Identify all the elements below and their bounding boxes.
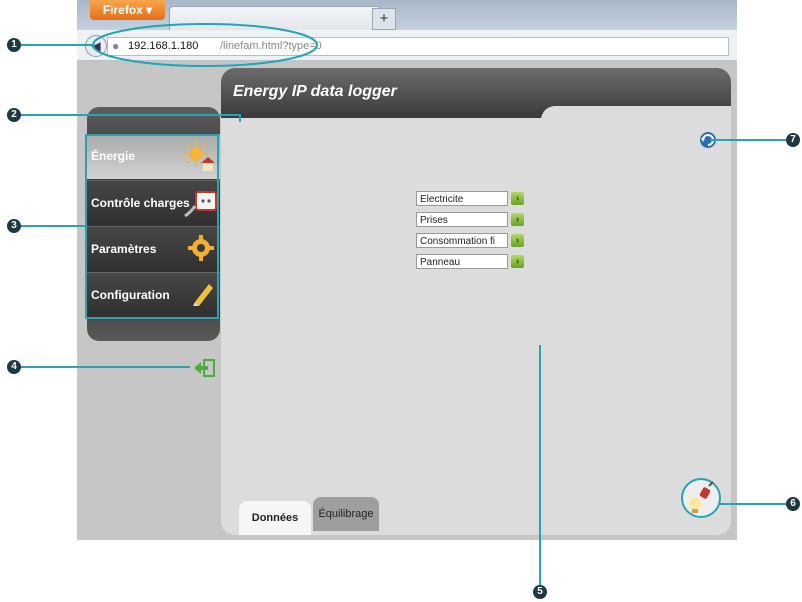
callout-badge: 2 bbox=[7, 108, 21, 122]
callout-badge: 3 bbox=[7, 219, 21, 233]
callout-overlay bbox=[14, 23, 790, 585]
callout-badge: 5 bbox=[533, 585, 547, 599]
callout-badge: 4 bbox=[7, 360, 21, 374]
callout-badge: 6 bbox=[786, 497, 800, 511]
callout-badge: 7 bbox=[786, 133, 800, 147]
callout-badge: 1 bbox=[7, 38, 21, 52]
